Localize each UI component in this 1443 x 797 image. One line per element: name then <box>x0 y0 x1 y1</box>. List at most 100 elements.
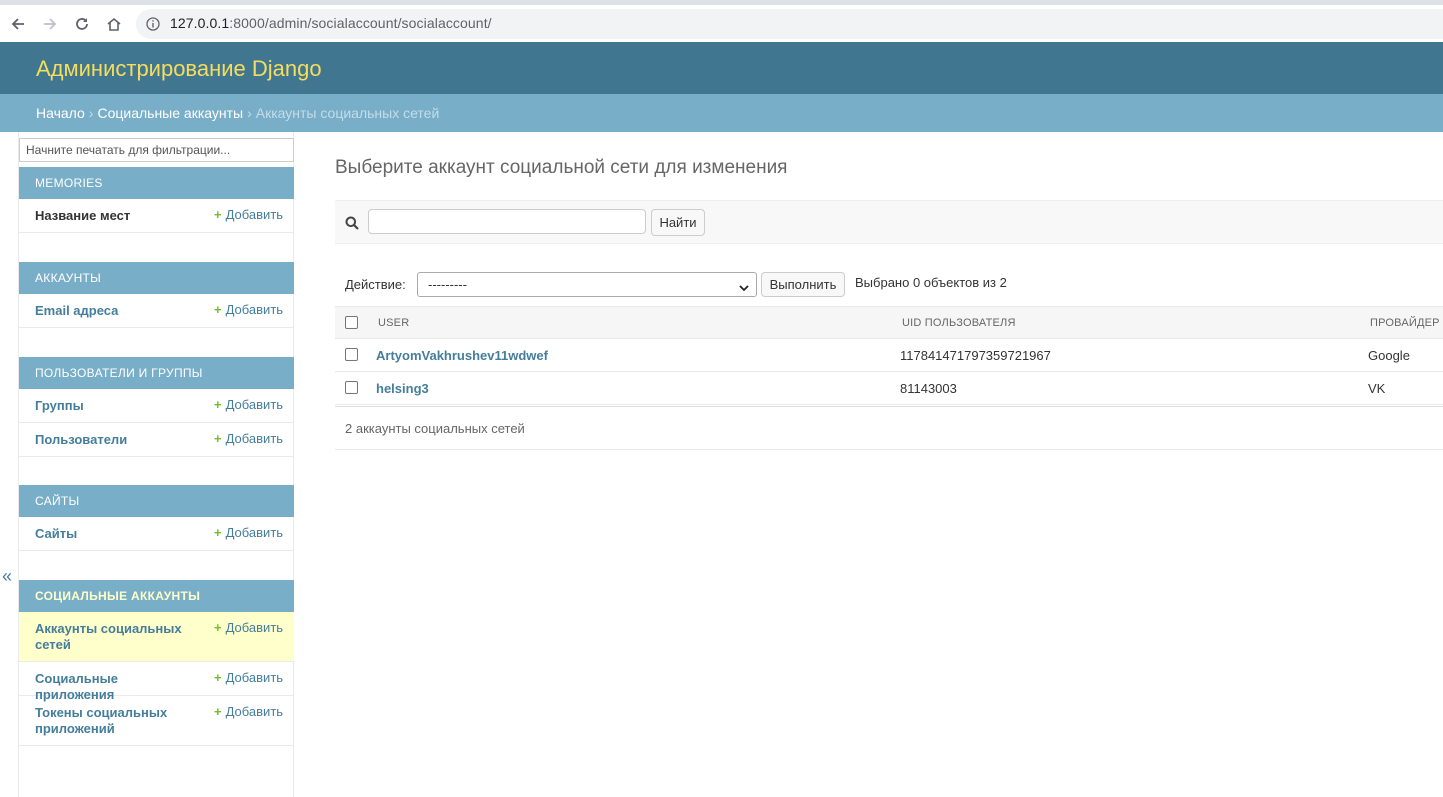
breadcrumb-home-link[interactable]: Начало <box>36 105 85 121</box>
reload-icon[interactable] <box>70 12 94 36</box>
address-bar[interactable]: 127.0.0.1:8000/admin/socialaccount/socia… <box>136 9 1443 39</box>
search-icon <box>345 215 359 234</box>
row-user-link[interactable]: helsing3 <box>376 381 429 396</box>
table-row: ArtyomVakhrushev11wdwef 1178414717973597… <box>335 339 1443 372</box>
sidebar-item-label[interactable]: Email адреса <box>35 303 195 319</box>
nav-sidebar: MEMORIES Название мест +Добавить АККАУНТ… <box>18 132 294 797</box>
paginator: 2 аккаунты социальных сетей <box>335 406 1443 450</box>
nav-filter-input[interactable] <box>19 138 294 162</box>
module-memories: MEMORIES Название мест + Добавить <box>19 167 294 233</box>
sidebar-collapse-toggle[interactable]: « <box>2 566 12 587</box>
home-icon[interactable] <box>102 12 126 36</box>
add-plus-icon: + <box>214 207 222 222</box>
row-checkbox[interactable] <box>345 348 358 361</box>
module-social-accounts: СОЦИАЛЬНЫЕ АККАУНТЫ Аккаунты социальных … <box>19 580 294 746</box>
add-link[interactable]: + Добавить <box>214 620 283 635</box>
module-caption[interactable]: САЙТЫ <box>19 485 294 517</box>
search-toolbar: Найти <box>335 200 1443 244</box>
column-header-uid[interactable]: UID ПОЛЬЗОВАТЕЛЯ <box>902 317 1016 329</box>
result-count: 2 аккаунты социальных сетей <box>345 421 525 436</box>
add-link[interactable]: + Добавить <box>214 397 283 412</box>
module-caption[interactable]: СОЦИАЛЬНЫЕ АККАУНТЫ <box>19 580 294 612</box>
module-auth: ПОЛЬЗОВАТЕЛИ И ГРУППЫ Группы + Добавить П… <box>19 357 294 457</box>
breadcrumb-app-link[interactable]: Социальные аккаунты <box>97 105 243 121</box>
row-provider: Google <box>1368 348 1410 363</box>
url-text: 127.0.0.1:8000/admin/socialaccount/socia… <box>170 15 492 31</box>
table-header: USER UID ПОЛЬЗОВАТЕЛЯ ПРОВАЙДЕР <box>335 306 1443 339</box>
row-checkbox[interactable] <box>345 381 358 394</box>
breadcrumb: Начало › Социальные аккаунты › Аккаунты соци… <box>0 94 1443 132</box>
back-arrow-icon[interactable] <box>6 12 30 36</box>
action-counter: Выбрано 0 объектов из 2 <box>855 275 1007 290</box>
page-title: Выберите аккаунт социальной сети для изм… <box>335 157 788 178</box>
add-link[interactable]: + Добавить <box>214 207 283 222</box>
sidebar-item-social-tokens[interactable]: Токены социальных приложений + Добавить <box>19 696 294 746</box>
add-plus-icon: + <box>214 302 222 317</box>
add-label: Добавить <box>225 207 284 222</box>
add-link[interactable]: + Добавить <box>214 670 283 685</box>
action-select-value: --------- <box>428 277 467 292</box>
browser-toolbar: 127.0.0.1:8000/admin/socialaccount/socia… <box>0 0 1443 42</box>
sidebar-item-places[interactable]: Название мест + Добавить <box>19 199 294 233</box>
search-button[interactable]: Найти <box>651 209 705 236</box>
sidebar-item-label[interactable]: Группы <box>35 398 195 414</box>
admin-header: Администрирование Django <box>0 42 1443 94</box>
action-label: Действие: <box>345 277 406 292</box>
sidebar-item-label[interactable]: Аккаунты социальных сетей <box>35 621 195 653</box>
run-action-button[interactable]: Выполнить <box>761 272 845 297</box>
row-user-link[interactable]: ArtyomVakhrushev11wdwef <box>376 348 548 363</box>
column-header-provider[interactable]: ПРОВАЙДЕР <box>1370 317 1440 329</box>
search-input[interactable] <box>368 209 646 234</box>
module-caption[interactable]: MEMORIES <box>19 167 294 199</box>
row-provider: VK <box>1368 381 1386 396</box>
add-label: Добавить <box>225 670 284 685</box>
breadcrumb-separator: › <box>88 105 94 121</box>
row-uid: 81143003 <box>900 381 957 396</box>
column-header-user[interactable]: USER <box>378 317 409 329</box>
forward-arrow-icon[interactable] <box>38 12 62 36</box>
site-info-icon[interactable] <box>146 16 160 35</box>
table-row: helsing3 81143003 VK <box>335 372 1443 405</box>
add-plus-icon: + <box>214 397 222 412</box>
add-link[interactable]: + Добавить <box>214 525 283 540</box>
sidebar-item-label[interactable]: Пользователи <box>35 432 195 448</box>
chevron-down-icon <box>738 279 750 298</box>
module-caption[interactable]: АККАУНТЫ <box>19 262 294 294</box>
site-title[interactable]: Администрирование Django <box>36 56 322 82</box>
url-path: :8000/admin/socialaccount/socialaccount/ <box>229 15 492 31</box>
sidebar-item-social-accounts[interactable]: Аккаунты социальных сетей + Добавить <box>19 612 294 662</box>
add-plus-icon: + <box>214 704 222 719</box>
add-link[interactable]: + Добавить <box>214 704 283 719</box>
add-plus-icon: + <box>214 620 222 635</box>
add-label: Добавить <box>225 525 284 540</box>
sidebar-item-users[interactable]: Пользователи + Добавить <box>19 423 294 457</box>
sidebar-item-social-apps[interactable]: Социальные приложения + Добавить <box>19 662 294 702</box>
sidebar-item-email-addresses[interactable]: Email адреса + Добавить <box>19 294 294 328</box>
breadcrumb-separator: › <box>247 105 252 121</box>
add-label: Добавить <box>225 397 284 412</box>
add-plus-icon: + <box>214 431 222 446</box>
sidebar-item-sites[interactable]: Сайты + Добавить <box>19 517 294 551</box>
sidebar-item-groups[interactable]: Группы + Добавить <box>19 389 294 423</box>
add-label: Добавить <box>225 302 284 317</box>
result-list-table: USER UID ПОЛЬЗОВАТЕЛЯ ПРОВАЙДЕР ArtyomVa… <box>335 306 1443 405</box>
row-uid: 117841471797359721967 <box>900 348 1051 363</box>
add-link[interactable]: + Добавить <box>214 431 283 446</box>
breadcrumb-current: Аккаунты социальных сетей <box>255 105 440 121</box>
sidebar-item-label[interactable]: Токены социальных приложений <box>35 705 195 737</box>
add-label: Добавить <box>225 704 284 719</box>
add-plus-icon: + <box>214 525 222 540</box>
url-host: 127.0.0.1 <box>170 15 230 31</box>
sidebar-item-label[interactable]: Название мест <box>35 208 195 224</box>
select-all-checkbox[interactable] <box>345 316 358 329</box>
actions-bar: Действие: --------- Выполнить Выбрано 0 … <box>335 270 1443 300</box>
module-accounts: АККАУНТЫ Email адреса + Добавить <box>19 262 294 328</box>
add-link[interactable]: + Добавить <box>214 302 283 317</box>
module-sites: САЙТЫ Сайты + Добавить <box>19 485 294 551</box>
action-select[interactable]: --------- <box>417 272 757 297</box>
add-label: Добавить <box>225 431 284 446</box>
add-plus-icon: + <box>214 670 222 685</box>
sidebar-item-label[interactable]: Сайты <box>35 526 195 542</box>
add-label: Добавить <box>225 620 284 635</box>
module-caption[interactable]: ПОЛЬЗОВАТЕЛИ И ГРУППЫ <box>19 357 294 389</box>
